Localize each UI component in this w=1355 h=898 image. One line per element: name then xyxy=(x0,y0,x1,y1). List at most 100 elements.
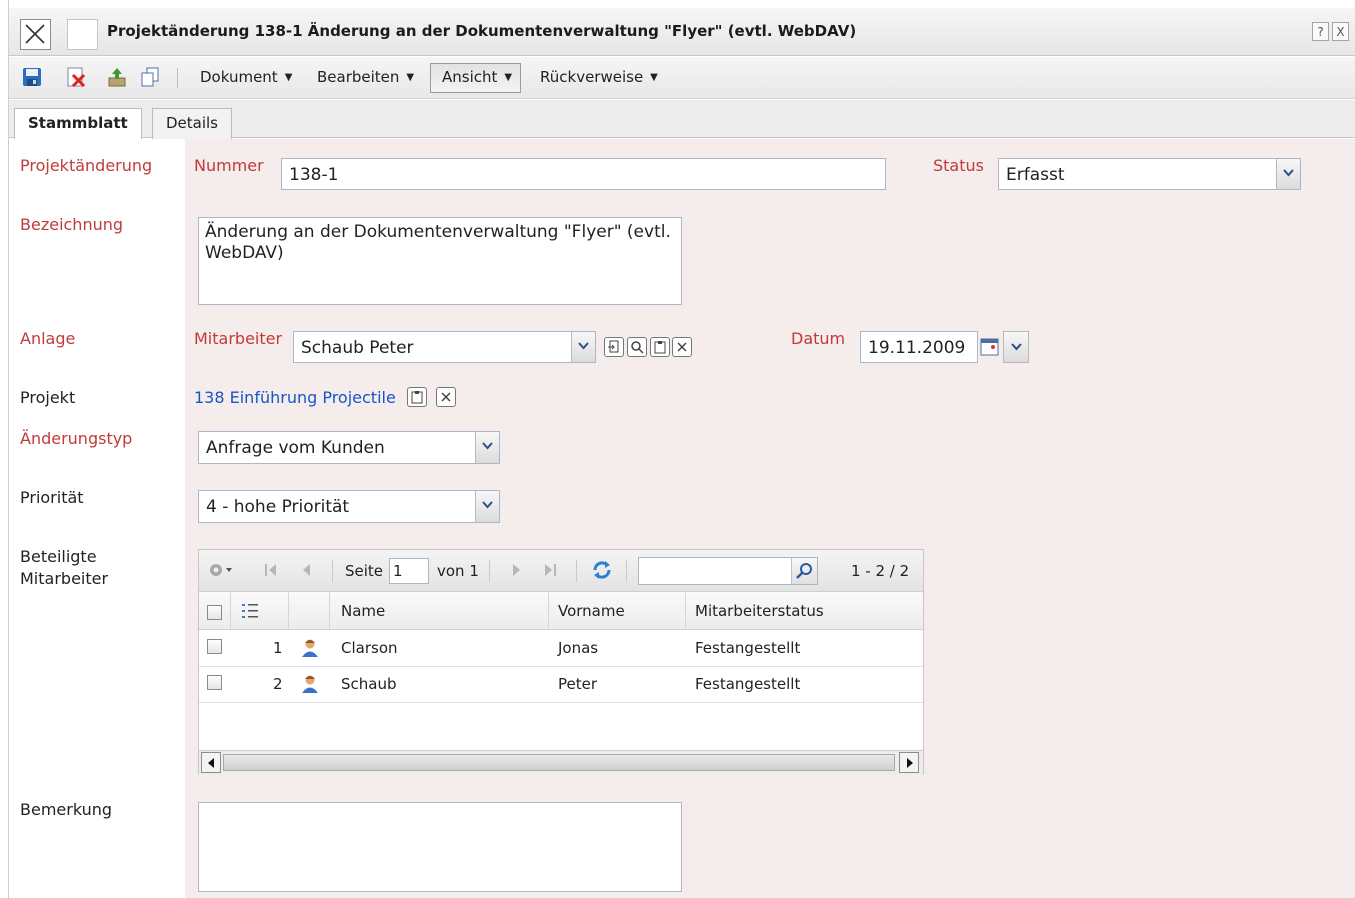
first-page-icon[interactable] xyxy=(263,562,279,578)
open-document-icon xyxy=(608,340,619,353)
chevron-down-icon xyxy=(1283,169,1294,177)
row-checkbox[interactable] xyxy=(207,675,222,690)
column-separator xyxy=(685,592,686,629)
beteiligte-label-line1: Beteiligte xyxy=(20,547,97,566)
arrow-right-icon xyxy=(907,758,913,768)
window-icon-placeholder xyxy=(67,19,98,50)
save-icon[interactable] xyxy=(22,67,42,87)
menu-ansicht[interactable]: Ansicht ▼ xyxy=(430,63,522,93)
clipboard-icon xyxy=(411,391,423,404)
select-all-checkbox[interactable] xyxy=(207,605,222,620)
mitarbeiter-dropdown-button[interactable] xyxy=(571,332,595,362)
menu-bearbeiten[interactable]: Bearbeiten ▼ xyxy=(317,68,414,86)
window-left-edge xyxy=(0,0,9,898)
close-icon xyxy=(441,392,451,402)
scroll-thumb[interactable] xyxy=(223,754,895,771)
scroll-right-button[interactable] xyxy=(899,752,919,773)
horizontal-scrollbar[interactable] xyxy=(199,750,923,775)
delete-icon[interactable] xyxy=(66,67,86,87)
section-label-projektaenderung: Projektänderung xyxy=(20,156,153,175)
tab-details[interactable]: Details xyxy=(152,108,233,139)
tab-bar: Stammblatt Details xyxy=(9,100,1355,140)
user-icon xyxy=(302,675,318,693)
mitarbeiter-value: Schaub Peter xyxy=(301,338,414,358)
grid-toolbar-separator xyxy=(489,560,490,582)
record-count: 1 - 2 / 2 xyxy=(851,562,910,580)
clear-mitarbeiter-button[interactable] xyxy=(672,337,692,357)
paste-record-button[interactable] xyxy=(650,337,670,357)
grid-header: Name Vorname Mitarbeiterstatus xyxy=(199,592,923,630)
aenderungstyp-dropdown-button[interactable] xyxy=(475,432,499,463)
page-label: Seite xyxy=(345,562,384,580)
close-icon xyxy=(25,24,45,44)
paste-projekt-button[interactable] xyxy=(407,387,427,407)
beteiligte-grid: Seite 1 von 1 1 - 2 / 2 Name Vorname Mit… xyxy=(198,549,924,775)
projekt-link[interactable]: 138 Einführung Projectile xyxy=(194,388,396,407)
bemerkung-textarea[interactable] xyxy=(198,802,682,892)
clear-projekt-button[interactable] xyxy=(436,387,456,407)
chevron-down-icon xyxy=(1011,343,1022,351)
calendar-icon[interactable] xyxy=(980,337,1000,357)
menu-arrow-icon: ▼ xyxy=(504,72,513,83)
row-number-icon xyxy=(242,604,258,618)
bemerkung-label: Bemerkung xyxy=(20,800,113,819)
close-window-button[interactable] xyxy=(20,19,51,50)
status-dropdown-button[interactable] xyxy=(1276,159,1300,189)
menu-arrow-icon: ▼ xyxy=(650,72,658,83)
page-number-input[interactable]: 1 xyxy=(389,558,429,584)
cell-vorname: Peter xyxy=(558,675,598,693)
nummer-label: Nummer xyxy=(194,156,264,175)
tab-stammblatt[interactable]: Stammblatt xyxy=(14,108,142,140)
column-header-vorname[interactable]: Vorname xyxy=(558,602,625,620)
user-icon xyxy=(302,639,318,657)
beteiligte-label-line2: Mitarbeiter xyxy=(20,569,109,588)
aenderungstyp-select[interactable]: Anfrage vom Kunden xyxy=(198,431,500,464)
table-row[interactable]: 1 Clarson Jonas Festangestellt xyxy=(199,630,923,667)
grid-search-button[interactable] xyxy=(791,558,817,584)
cell-status: Festangestellt xyxy=(695,675,801,693)
previous-page-icon[interactable] xyxy=(299,562,315,578)
search-icon xyxy=(631,341,644,354)
datum-field[interactable]: 19.11.2009 xyxy=(860,331,978,363)
menu-dokument[interactable]: Dokument ▼ xyxy=(200,68,292,86)
window-title: Projektänderung 138-1 Änderung an der Do… xyxy=(107,22,857,40)
refresh-icon[interactable] xyxy=(591,559,613,581)
grid-toolbar-separator xyxy=(576,560,577,582)
next-page-icon[interactable] xyxy=(508,562,524,578)
status-select[interactable]: Erfasst xyxy=(998,158,1301,190)
scroll-left-button[interactable] xyxy=(201,752,221,773)
last-page-icon[interactable] xyxy=(542,562,558,578)
column-separator xyxy=(288,592,289,629)
cell-status: Festangestellt xyxy=(695,639,801,657)
table-row[interactable]: 2 Schaub Peter Festangestellt xyxy=(199,666,923,703)
bezeichnung-textarea[interactable]: Änderung an der Dokumentenverwaltung "Fl… xyxy=(198,217,682,305)
column-header-name[interactable]: Name xyxy=(341,602,385,620)
row-checkbox[interactable] xyxy=(207,639,222,654)
grid-toolbar-separator xyxy=(332,560,333,582)
row-number: 1 xyxy=(273,639,283,657)
gear-icon[interactable] xyxy=(207,560,233,580)
copy-icon[interactable] xyxy=(140,67,160,87)
prioritaet-select[interactable]: 4 - hohe Priorität xyxy=(198,490,500,523)
nummer-field[interactable]: 138-1 xyxy=(281,158,886,190)
column-header-mitarbeiterstatus[interactable]: Mitarbeiterstatus xyxy=(695,602,824,620)
help-button[interactable]: ? xyxy=(1312,22,1329,41)
prioritaet-label: Priorität xyxy=(20,488,84,507)
close-small-button[interactable]: X xyxy=(1332,22,1349,41)
column-separator xyxy=(329,592,330,629)
menu-arrow-icon: ▼ xyxy=(284,72,293,83)
clipboard-icon xyxy=(654,341,666,354)
upload-icon[interactable] xyxy=(107,67,127,87)
search-record-button[interactable] xyxy=(627,337,647,357)
chevron-down-icon xyxy=(578,342,589,350)
page-of-label: von 1 xyxy=(437,562,479,580)
prioritaet-dropdown-button[interactable] xyxy=(475,491,499,522)
column-separator xyxy=(230,592,231,629)
datum-dropdown-button[interactable] xyxy=(1003,331,1029,363)
cell-vorname: Jonas xyxy=(558,639,599,657)
window-titlebar: Projektänderung 138-1 Änderung an der Do… xyxy=(9,8,1355,56)
mitarbeiter-label: Mitarbeiter xyxy=(194,329,283,348)
menu-rueckverweise[interactable]: Rückverweise ▼ xyxy=(540,68,658,86)
mitarbeiter-select[interactable]: Schaub Peter xyxy=(293,331,596,363)
open-record-button[interactable] xyxy=(604,337,624,357)
